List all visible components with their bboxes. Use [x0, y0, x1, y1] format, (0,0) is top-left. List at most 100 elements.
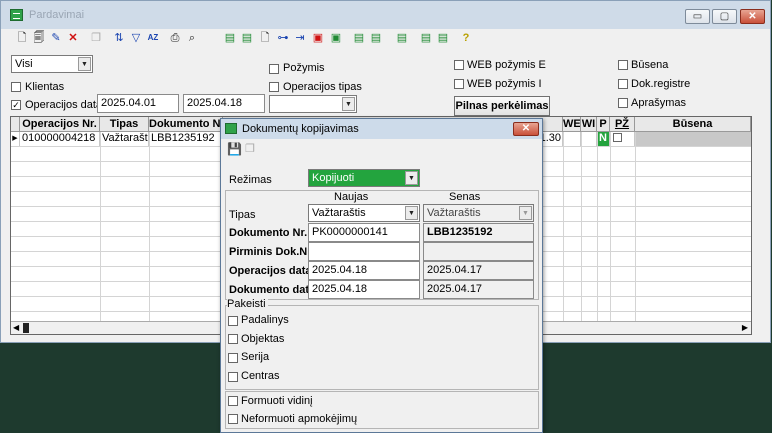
- pozymis-label: Požymis: [283, 62, 325, 74]
- pirminis-new-field[interactable]: [308, 242, 420, 261]
- new-document-icon[interactable]: 🗋: [15, 31, 29, 45]
- operacijos-tipas-checkbox[interactable]: [269, 82, 279, 92]
- export-5-icon[interactable]: ▤: [395, 31, 409, 45]
- green-register-icon[interactable]: ▣: [329, 31, 343, 45]
- scroll-left-icon[interactable]: ◀: [13, 323, 19, 332]
- dok-data-old-field: 2025.04.17: [423, 280, 534, 299]
- col-divider: [563, 132, 564, 322]
- formuoti-vidini-checkbox[interactable]: [228, 396, 238, 406]
- help-icon[interactable]: ?: [459, 31, 473, 45]
- cell-tipas[interactable]: Važtaraštis: [100, 132, 149, 146]
- tipas-label: Tipas: [229, 209, 256, 221]
- export-7-icon[interactable]: ▤: [436, 31, 450, 45]
- find-icon[interactable]: ⌕: [185, 31, 199, 45]
- export-4-icon[interactable]: ▤: [369, 31, 383, 45]
- header-operacijos-nr[interactable]: Operacijos Nr.: [20, 117, 100, 132]
- chevron-down-icon: ▼: [405, 171, 418, 185]
- op-data-new-field[interactable]: 2025.04.18: [308, 261, 420, 280]
- cell-dokumento-nr[interactable]: LBB1235192: [149, 132, 223, 146]
- pirminis-dok-nr-label: Pirminis Dok.Nr.: [229, 246, 314, 258]
- padalinys-checkbox[interactable]: [228, 316, 238, 326]
- export-green-2-icon[interactable]: ▤: [240, 31, 254, 45]
- row-indicator-icon: ▶: [11, 132, 20, 146]
- edit-document-icon[interactable]: ✎: [49, 31, 63, 45]
- pozymis-checkbox[interactable]: [269, 64, 279, 74]
- cell-p-flag[interactable]: N: [597, 132, 610, 146]
- dok-registre-checkbox[interactable]: [618, 79, 628, 89]
- header-busena[interactable]: Būsena: [635, 117, 751, 132]
- pz-checkbox[interactable]: [613, 133, 622, 142]
- col-divider: [610, 132, 611, 322]
- cell-operacijos-nr[interactable]: 010000004218: [20, 132, 100, 146]
- busena-label: Būsena: [631, 59, 669, 71]
- print-icon[interactable]: ⎙: [168, 31, 182, 45]
- centras-label: Centras: [241, 370, 280, 382]
- save-icon[interactable]: 💾: [227, 142, 242, 156]
- klientas-checkbox[interactable]: [11, 82, 21, 92]
- cell-pz[interactable]: [610, 132, 635, 146]
- dialog-close-button[interactable]: ✕: [513, 122, 539, 136]
- pilnas-perkelimas-button[interactable]: Pilnas perkėlimas: [454, 96, 550, 116]
- neformuoti-apmokejimu-checkbox[interactable]: [228, 414, 238, 424]
- transfer-icon[interactable]: ⇥: [293, 31, 307, 45]
- operacijos-tipas-select[interactable]: ▼: [269, 95, 357, 113]
- chevron-down-icon: ▼: [342, 97, 355, 111]
- dialog-title-bar: Dokumentų kopijavimas ✕: [221, 119, 542, 139]
- serija-checkbox[interactable]: [228, 353, 238, 363]
- tipas-old-value: Važtaraštis: [427, 207, 481, 219]
- rezimas-value: Kopijuoti: [312, 172, 355, 184]
- tree-icon[interactable]: ⊶: [276, 31, 290, 45]
- cell-busena[interactable]: [635, 132, 751, 146]
- header-pz[interactable]: PŽ: [610, 117, 635, 132]
- date-from-field[interactable]: 2025.04.01: [97, 94, 179, 113]
- busena-checkbox[interactable]: [618, 60, 628, 70]
- tipas-new-value: Važtaraštis: [312, 207, 366, 219]
- filter-icon[interactable]: ▽: [129, 31, 143, 45]
- web-pozymis-e-checkbox[interactable]: [454, 60, 464, 70]
- padalinys-label: Padalinys: [241, 314, 289, 326]
- dok-registre-label: Dok.registre: [631, 78, 691, 90]
- aprasymas-checkbox[interactable]: [618, 98, 628, 108]
- type-select-value: Visi: [15, 58, 33, 70]
- centras-checkbox[interactable]: [228, 372, 238, 382]
- document-icon[interactable]: 🗋: [258, 31, 272, 45]
- sort-az-icon[interactable]: AZ: [146, 31, 160, 45]
- header-p[interactable]: P: [597, 117, 610, 132]
- dok-data-new-field[interactable]: 2025.04.18: [308, 280, 420, 299]
- rezimas-select[interactable]: Kopijuoti ▼: [308, 169, 420, 187]
- delete-icon[interactable]: ✕: [66, 31, 80, 45]
- header-tipas[interactable]: Tipas: [100, 117, 149, 132]
- dok-nr-new-field[interactable]: PK0000000141: [308, 223, 420, 242]
- header-wi[interactable]: WI: [581, 117, 597, 132]
- scroll-right-icon[interactable]: ▶: [742, 323, 748, 332]
- export-3-icon[interactable]: ▤: [352, 31, 366, 45]
- op-data-old-field: 2025.04.17: [423, 261, 534, 280]
- objektas-checkbox[interactable]: [228, 334, 238, 344]
- export-6-icon[interactable]: ▤: [419, 31, 433, 45]
- operacijos-tipas-label: Operacijos tipas: [283, 81, 362, 93]
- duplicate-icon[interactable]: ❐: [89, 31, 103, 45]
- red-register-icon[interactable]: ▣: [311, 31, 325, 45]
- header-we[interactable]: WE: [563, 117, 581, 132]
- copy-document-icon[interactable]: 🗐: [32, 31, 46, 45]
- scroll-thumb[interactable]: [23, 323, 29, 333]
- cell-we[interactable]: [563, 132, 581, 146]
- col-divider: [597, 132, 598, 322]
- sort-icon[interactable]: ⇅: [112, 31, 126, 45]
- tipas-new-select[interactable]: Važtaraštis ▼: [308, 204, 420, 222]
- type-select[interactable]: Visi ▼: [11, 55, 93, 73]
- restore-button[interactable]: ▢: [712, 9, 737, 24]
- operacijos-data-checkbox[interactable]: ✓: [11, 100, 21, 110]
- close-button[interactable]: ✕: [740, 9, 765, 24]
- export-green-icon[interactable]: ▤: [223, 31, 237, 45]
- column-new-label: Naujas: [334, 191, 369, 203]
- date-to-field[interactable]: 2025.04.18: [183, 94, 265, 113]
- web-pozymis-i-label: WEB požymis I: [467, 78, 542, 90]
- web-pozymis-i-checkbox[interactable]: [454, 79, 464, 89]
- header-dokumento-nr[interactable]: Dokumento Nr.: [149, 117, 223, 132]
- app-icon: [10, 9, 23, 21]
- minimize-button[interactable]: ▭: [685, 9, 710, 24]
- cell-wi[interactable]: [581, 132, 597, 146]
- copy-icon[interactable]: ❐: [245, 142, 255, 155]
- col-divider: [635, 132, 636, 322]
